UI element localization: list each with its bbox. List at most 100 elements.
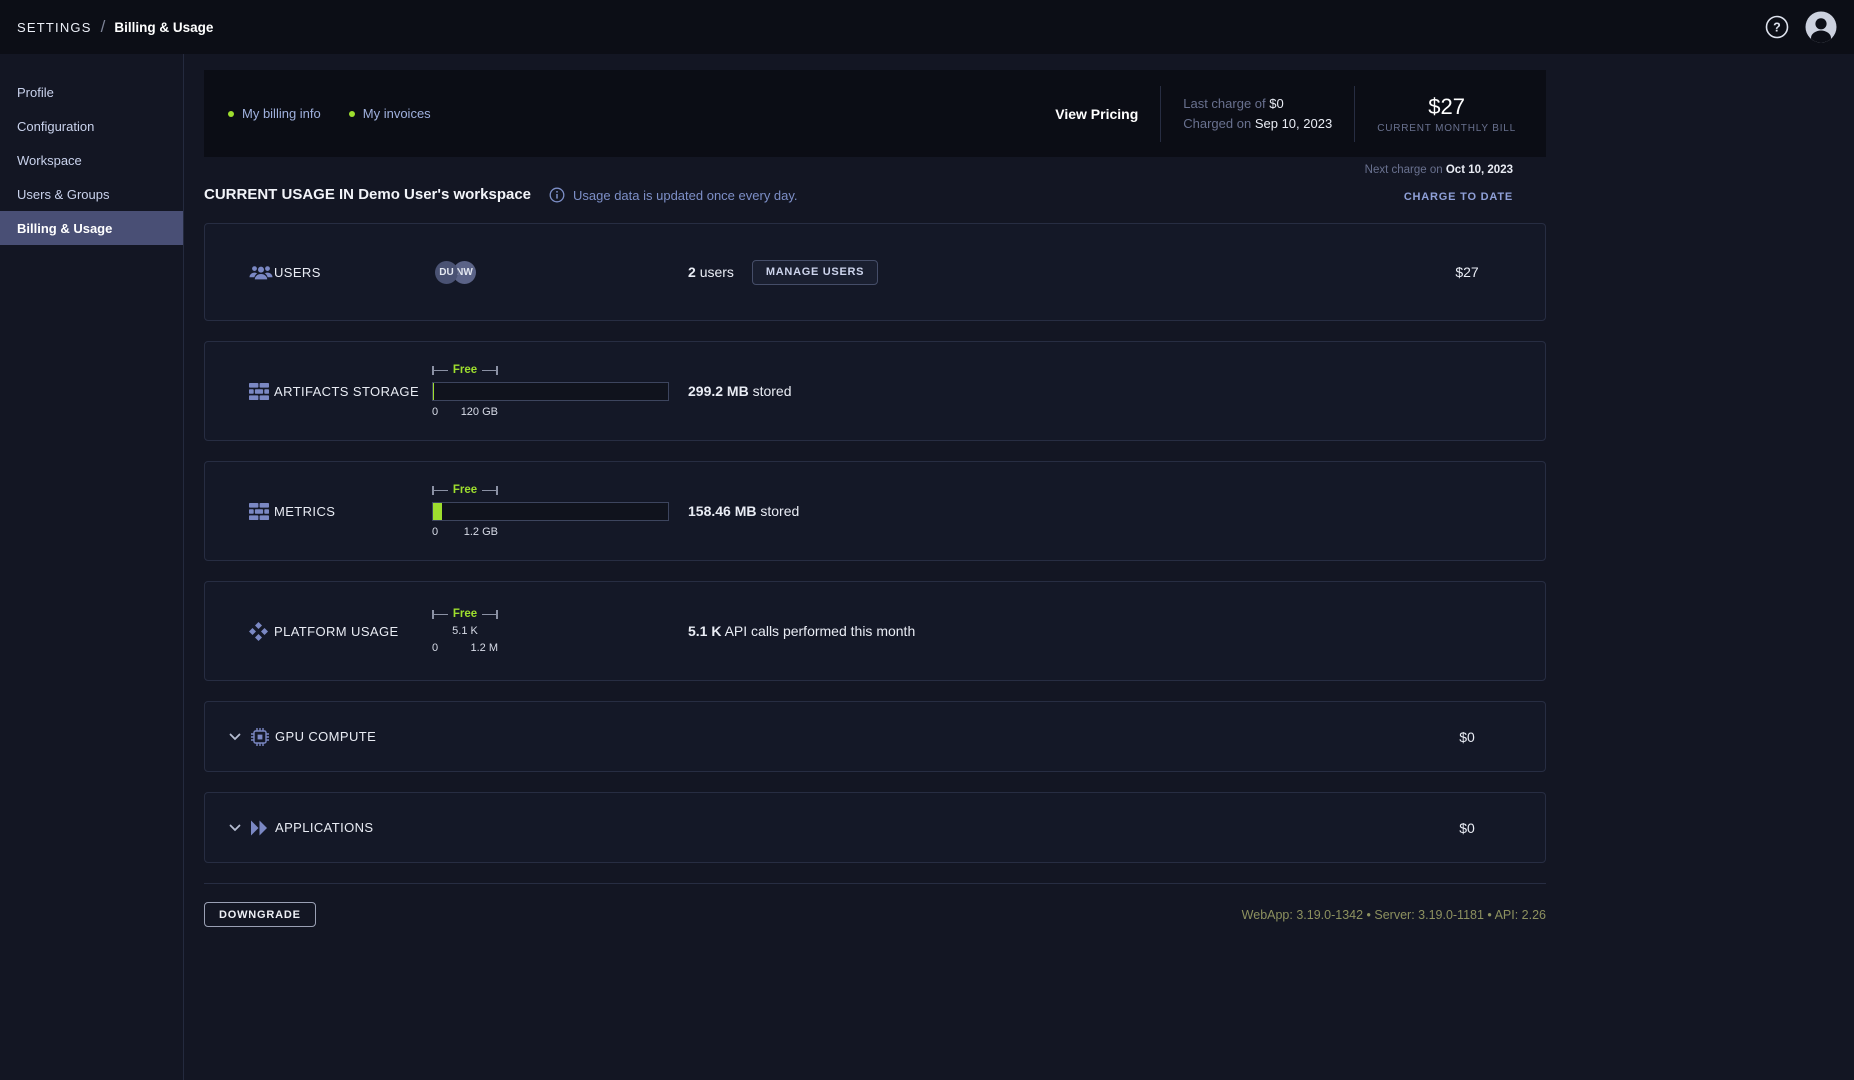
applications-charge: $0 bbox=[1417, 820, 1517, 836]
my-invoices-label: My invoices bbox=[363, 106, 431, 121]
card-title-platform: PLATFORM USAGE bbox=[274, 624, 399, 639]
sidebar-item-billing-usage[interactable]: Billing & Usage bbox=[0, 211, 183, 245]
help-icon[interactable]: ? bbox=[1764, 14, 1790, 40]
metrics-scale: 0 1.2 GB bbox=[432, 526, 498, 538]
scale-max: 1.2 GB bbox=[464, 526, 498, 538]
card-artifacts-storage: ARTIFACTS STORAGE Free 0 120 GB bbox=[204, 341, 1546, 441]
platform-calls-value: 5.1 K API calls performed this month bbox=[688, 623, 915, 639]
artifacts-usage-bar bbox=[432, 382, 669, 401]
main-content: My billing info My invoices View Pricing… bbox=[184, 54, 1854, 1080]
metrics-value-suffix: stored bbox=[760, 503, 799, 519]
artifacts-stored-value: 299.2 MB stored bbox=[688, 383, 792, 399]
scale-max: 120 GB bbox=[461, 406, 498, 418]
scale-max: 1.2 M bbox=[470, 642, 498, 654]
breadcrumb: SETTINGS / Billing & Usage bbox=[17, 17, 213, 37]
usage-header: CURRENT USAGE IN Demo User's workspace U… bbox=[204, 186, 1546, 203]
vertical-divider bbox=[1160, 86, 1161, 142]
downgrade-button[interactable]: DOWNGRADE bbox=[204, 902, 316, 927]
manage-users-button[interactable]: MANAGE USERS bbox=[752, 260, 878, 285]
platform-value: 5.1 K bbox=[688, 623, 721, 639]
free-tier-label: Free bbox=[453, 609, 477, 621]
sidebar-item-configuration[interactable]: Configuration bbox=[0, 109, 183, 143]
svg-text:?: ? bbox=[1773, 21, 1781, 35]
artifacts-value-suffix: stored bbox=[753, 383, 792, 399]
current-bill-block: $27 CURRENT MONTHLY BILL bbox=[1377, 94, 1516, 134]
usage-title-prefix: CURRENT USAGE IN bbox=[204, 186, 354, 203]
last-charge-prefix: Last charge of bbox=[1183, 96, 1265, 111]
free-tier-label: Free bbox=[453, 365, 477, 377]
artifacts-scale: 0 120 GB bbox=[432, 406, 498, 418]
chevron-down-icon[interactable] bbox=[229, 824, 241, 832]
users-count-suffix: users bbox=[700, 264, 734, 280]
card-platform-usage: PLATFORM USAGE Free 5.1 K 0 1.2 M 5.1 K … bbox=[204, 581, 1546, 681]
metrics-usage-bar bbox=[432, 502, 669, 521]
gpu-compute-expand-row[interactable]: GPU COMPUTE $0 bbox=[205, 702, 1545, 771]
info-icon[interactable] bbox=[549, 187, 565, 203]
my-invoices-link[interactable]: My invoices bbox=[349, 106, 431, 121]
artifacts-usage-bar-block: Free 0 120 GB bbox=[432, 365, 688, 418]
metrics-icon bbox=[249, 503, 274, 520]
chevron-down-icon[interactable] bbox=[229, 733, 241, 741]
usage-note-text: Usage data is updated once every day. bbox=[573, 188, 798, 203]
version-text: WebApp: 3.19.0-1342 • Server: 3.19.0-118… bbox=[1242, 908, 1546, 922]
workspace-name: Demo User's workspace bbox=[358, 186, 531, 203]
next-charge-prefix: Next charge on bbox=[1365, 164, 1443, 176]
card-title-gpu: GPU COMPUTE bbox=[275, 729, 376, 744]
green-dot-icon bbox=[349, 111, 355, 117]
breadcrumb-page-title: Billing & Usage bbox=[114, 20, 213, 35]
user-avatars: DU NW bbox=[432, 261, 688, 284]
green-dot-icon bbox=[228, 111, 234, 117]
billing-summary-bar: My billing info My invoices View Pricing… bbox=[204, 70, 1546, 157]
current-bill-label: CURRENT MONTHLY BILL bbox=[1377, 123, 1516, 134]
platform-scale: 0 1.2 M bbox=[432, 642, 498, 654]
platform-value-suffix: API calls performed this month bbox=[725, 623, 916, 639]
platform-usage-block: Free 5.1 K 0 1.2 M bbox=[432, 609, 688, 654]
next-charge-text: Next charge on Oct 10, 2023 bbox=[204, 164, 1513, 176]
breadcrumb-settings-link[interactable]: SETTINGS bbox=[17, 20, 92, 35]
users-count: 2 users bbox=[688, 264, 734, 280]
charged-on-line: Charged on Sep 10, 2023 bbox=[1183, 114, 1332, 134]
card-users: USERS DU NW 2 users MANAGE USERS $27 bbox=[204, 223, 1546, 321]
free-tier-bracket: Free bbox=[432, 609, 498, 621]
view-pricing-link[interactable]: View Pricing bbox=[1055, 106, 1138, 122]
last-charge-amount: $0 bbox=[1269, 96, 1283, 111]
my-billing-info-link[interactable]: My billing info bbox=[228, 106, 321, 121]
sidebar-item-users-groups[interactable]: Users & Groups bbox=[0, 177, 183, 211]
breadcrumb-separator: / bbox=[101, 17, 106, 36]
scale-min: 0 bbox=[432, 526, 438, 538]
free-tier-bracket: Free bbox=[432, 485, 498, 497]
footer-divider bbox=[204, 883, 1546, 884]
users-charge: $27 bbox=[1417, 264, 1517, 280]
artifacts-usage-bar-fill bbox=[433, 383, 434, 400]
card-title-applications: APPLICATIONS bbox=[275, 820, 373, 835]
free-tier-label: Free bbox=[453, 485, 477, 497]
card-title-metrics: METRICS bbox=[274, 504, 335, 519]
users-icon bbox=[249, 264, 274, 281]
billing-links: My billing info My invoices bbox=[228, 106, 431, 121]
metrics-value: 158.46 MB bbox=[688, 503, 756, 519]
card-gpu-compute: GPU COMPUTE $0 bbox=[204, 701, 1546, 772]
platform-usage-icon bbox=[249, 622, 274, 641]
last-charge-line: Last charge of $0 bbox=[1183, 94, 1332, 114]
platform-tier-usage: 5.1 K bbox=[432, 625, 498, 637]
card-title-artifacts: ARTIFACTS STORAGE bbox=[274, 384, 419, 399]
scale-min: 0 bbox=[432, 406, 438, 418]
artifacts-value: 299.2 MB bbox=[688, 383, 749, 399]
artifacts-storage-icon bbox=[249, 383, 274, 400]
avatar-du: DU bbox=[435, 261, 458, 284]
user-avatar-icon[interactable] bbox=[1804, 10, 1838, 44]
next-charge-date: Oct 10, 2023 bbox=[1446, 164, 1513, 176]
applications-icon bbox=[250, 820, 275, 836]
scale-min: 0 bbox=[432, 642, 438, 654]
last-charge-info: Last charge of $0 Charged on Sep 10, 202… bbox=[1183, 94, 1332, 134]
usage-note: Usage data is updated once every day. bbox=[549, 187, 798, 203]
usage-section-title: CURRENT USAGE IN Demo User's workspace bbox=[204, 186, 531, 203]
charge-to-date-label: CHARGE TO DATE bbox=[1404, 191, 1513, 203]
my-billing-info-label: My billing info bbox=[242, 106, 321, 121]
charged-on-prefix: Charged on bbox=[1183, 116, 1251, 131]
sidebar-item-profile[interactable]: Profile bbox=[0, 75, 183, 109]
applications-expand-row[interactable]: APPLICATIONS $0 bbox=[205, 793, 1545, 862]
vertical-divider bbox=[1354, 86, 1355, 142]
current-bill-amount: $27 bbox=[1377, 94, 1516, 120]
sidebar-item-workspace[interactable]: Workspace bbox=[0, 143, 183, 177]
